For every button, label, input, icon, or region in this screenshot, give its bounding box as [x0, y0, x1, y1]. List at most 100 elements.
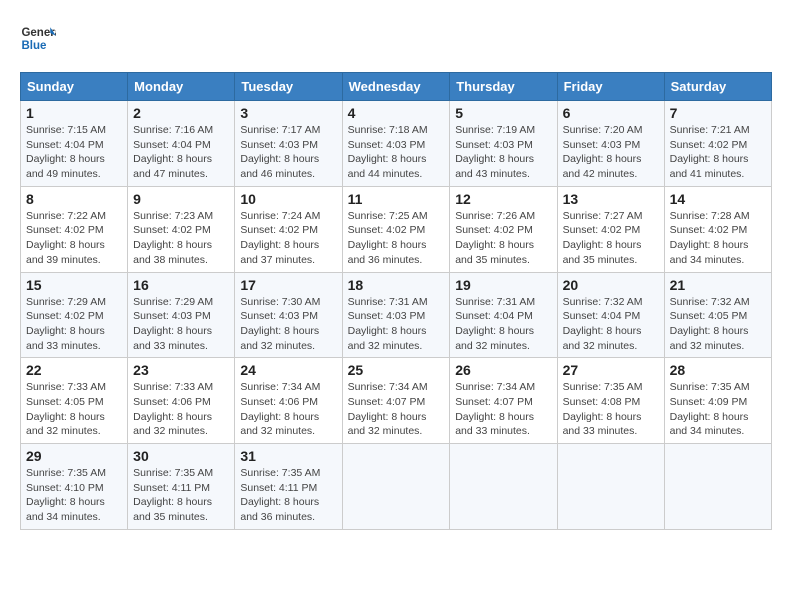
svg-text:Blue: Blue	[21, 40, 47, 52]
day-number: 22	[26, 362, 122, 378]
day-info: Sunrise: 7:16 AMSunset: 4:04 PMDaylight:…	[133, 124, 213, 180]
day-info: Sunrise: 7:30 AMSunset: 4:03 PMDaylight:…	[240, 296, 320, 352]
day-number: 14	[670, 191, 766, 207]
calendar-day-empty	[557, 444, 664, 530]
day-info: Sunrise: 7:32 AMSunset: 4:05 PMDaylight:…	[670, 296, 750, 352]
day-info: Sunrise: 7:34 AMSunset: 4:07 PMDaylight:…	[455, 381, 535, 437]
calendar-day-16: 16Sunrise: 7:29 AMSunset: 4:03 PMDayligh…	[128, 272, 235, 358]
header-sunday: Sunday	[21, 73, 128, 101]
day-number: 3	[240, 105, 336, 121]
page-header: General Blue	[20, 20, 772, 56]
day-number: 10	[240, 191, 336, 207]
header-tuesday: Tuesday	[235, 73, 342, 101]
calendar-week-2: 15 Sunrise: 7:29 AMSunset: 4:02 PMDayligh…	[21, 272, 772, 358]
day-number: 18	[348, 277, 445, 293]
day-number: 19	[455, 277, 551, 293]
calendar-header-row: SundayMondayTuesdayWednesdayThursdayFrid…	[21, 73, 772, 101]
calendar-day-21: 21 Sunrise: 7:32 AMSunset: 4:05 PMDayligh…	[664, 272, 771, 358]
calendar-table: SundayMondayTuesdayWednesdayThursdayFrid…	[20, 72, 772, 530]
calendar-day-11: 11Sunrise: 7:25 AMSunset: 4:02 PMDayligh…	[342, 186, 450, 272]
calendar-day-31: 31Sunrise: 7:35 AMSunset: 4:11 PMDayligh…	[235, 444, 342, 530]
day-number: 23	[133, 362, 229, 378]
calendar-day-29: 29 Sunrise: 7:35 AMSunset: 4:10 PMDayligh…	[21, 444, 128, 530]
day-number: 17	[240, 277, 336, 293]
calendar-day-28: 28 Sunrise: 7:35 AMSunset: 4:09 PMDayligh…	[664, 358, 771, 444]
calendar-day-6: 6 Sunrise: 7:20 AMSunset: 4:03 PMDaylight…	[557, 101, 664, 187]
day-info: Sunrise: 7:34 AMSunset: 4:06 PMDaylight:…	[240, 381, 320, 437]
calendar-week-1: 8 Sunrise: 7:22 AMSunset: 4:02 PMDaylight…	[21, 186, 772, 272]
calendar-day-26: 26 Sunrise: 7:34 AMSunset: 4:07 PMDayligh…	[450, 358, 557, 444]
calendar-day-1: 1 Sunrise: 7:15 AMSunset: 4:04 PMDaylight…	[21, 101, 128, 187]
calendar-day-7: 7 Sunrise: 7:21 AMSunset: 4:02 PMDaylight…	[664, 101, 771, 187]
day-number: 1	[26, 105, 122, 121]
day-info: Sunrise: 7:15 AMSunset: 4:04 PMDaylight:…	[26, 124, 106, 180]
calendar-day-18: 18 Sunrise: 7:31 AMSunset: 4:03 PMDayligh…	[342, 272, 450, 358]
day-number: 6	[563, 105, 659, 121]
day-number: 7	[670, 105, 766, 121]
day-info: Sunrise: 7:18 AMSunset: 4:03 PMDaylight:…	[348, 124, 428, 180]
day-number: 15	[26, 277, 122, 293]
day-number: 20	[563, 277, 659, 293]
day-number: 24	[240, 362, 336, 378]
day-number: 31	[240, 448, 336, 464]
calendar-day-12: 12Sunrise: 7:26 AMSunset: 4:02 PMDayligh…	[450, 186, 557, 272]
day-number: 21	[670, 277, 766, 293]
calendar-body: 1 Sunrise: 7:15 AMSunset: 4:04 PMDaylight…	[21, 101, 772, 530]
calendar-day-4: 4Sunrise: 7:18 AMSunset: 4:03 PMDaylight…	[342, 101, 450, 187]
day-info: Sunrise: 7:27 AMSunset: 4:02 PMDaylight:…	[563, 210, 643, 266]
calendar-day-10: 10 Sunrise: 7:24 AMSunset: 4:02 PMDayligh…	[235, 186, 342, 272]
day-number: 16	[133, 277, 229, 293]
day-info: Sunrise: 7:19 AMSunset: 4:03 PMDaylight:…	[455, 124, 535, 180]
day-info: Sunrise: 7:33 AMSunset: 4:05 PMDaylight:…	[26, 381, 106, 437]
day-info: Sunrise: 7:31 AMSunset: 4:04 PMDaylight:…	[455, 296, 535, 352]
calendar-day-empty	[664, 444, 771, 530]
calendar-day-3: 3 Sunrise: 7:17 AMSunset: 4:03 PMDaylight…	[235, 101, 342, 187]
calendar-day-14: 14Sunrise: 7:28 AMSunset: 4:02 PMDayligh…	[664, 186, 771, 272]
calendar-day-19: 19 Sunrise: 7:31 AMSunset: 4:04 PMDayligh…	[450, 272, 557, 358]
calendar-day-22: 22 Sunrise: 7:33 AMSunset: 4:05 PMDayligh…	[21, 358, 128, 444]
header-thursday: Thursday	[450, 73, 557, 101]
day-info: Sunrise: 7:35 AMSunset: 4:08 PMDaylight:…	[563, 381, 643, 437]
header-monday: Monday	[128, 73, 235, 101]
day-info: Sunrise: 7:31 AMSunset: 4:03 PMDaylight:…	[348, 296, 428, 352]
day-info: Sunrise: 7:22 AMSunset: 4:02 PMDaylight:…	[26, 210, 106, 266]
calendar-week-4: 29 Sunrise: 7:35 AMSunset: 4:10 PMDayligh…	[21, 444, 772, 530]
calendar-day-5: 5 Sunrise: 7:19 AMSunset: 4:03 PMDaylight…	[450, 101, 557, 187]
calendar-day-9: 9 Sunrise: 7:23 AMSunset: 4:02 PMDaylight…	[128, 186, 235, 272]
day-number: 28	[670, 362, 766, 378]
day-number: 11	[348, 191, 445, 207]
day-info: Sunrise: 7:26 AMSunset: 4:02 PMDaylight:…	[455, 210, 535, 266]
day-info: Sunrise: 7:17 AMSunset: 4:03 PMDaylight:…	[240, 124, 320, 180]
day-number: 30	[133, 448, 229, 464]
calendar-week-3: 22 Sunrise: 7:33 AMSunset: 4:05 PMDayligh…	[21, 358, 772, 444]
calendar-day-23: 23 Sunrise: 7:33 AMSunset: 4:06 PMDayligh…	[128, 358, 235, 444]
day-info: Sunrise: 7:33 AMSunset: 4:06 PMDaylight:…	[133, 381, 213, 437]
day-info: Sunrise: 7:21 AMSunset: 4:02 PMDaylight:…	[670, 124, 750, 180]
day-info: Sunrise: 7:35 AMSunset: 4:10 PMDaylight:…	[26, 467, 106, 523]
day-info: Sunrise: 7:20 AMSunset: 4:03 PMDaylight:…	[563, 124, 643, 180]
day-info: Sunrise: 7:32 AMSunset: 4:04 PMDaylight:…	[563, 296, 643, 352]
day-number: 26	[455, 362, 551, 378]
day-number: 29	[26, 448, 122, 464]
header-friday: Friday	[557, 73, 664, 101]
calendar-day-17: 17 Sunrise: 7:30 AMSunset: 4:03 PMDayligh…	[235, 272, 342, 358]
logo-icon: General Blue	[20, 20, 56, 56]
day-info: Sunrise: 7:35 AMSunset: 4:09 PMDaylight:…	[670, 381, 750, 437]
calendar-day-24: 24 Sunrise: 7:34 AMSunset: 4:06 PMDayligh…	[235, 358, 342, 444]
day-number: 2	[133, 105, 229, 121]
calendar-day-25: 25Sunrise: 7:34 AMSunset: 4:07 PMDayligh…	[342, 358, 450, 444]
day-number: 8	[26, 191, 122, 207]
calendar-day-empty	[450, 444, 557, 530]
calendar-day-15: 15 Sunrise: 7:29 AMSunset: 4:02 PMDayligh…	[21, 272, 128, 358]
day-number: 9	[133, 191, 229, 207]
day-number: 13	[563, 191, 659, 207]
day-info: Sunrise: 7:34 AMSunset: 4:07 PMDaylight:…	[348, 381, 428, 437]
calendar-day-empty	[342, 444, 450, 530]
day-info: Sunrise: 7:29 AMSunset: 4:02 PMDaylight:…	[26, 296, 106, 352]
calendar-day-2: 2 Sunrise: 7:16 AMSunset: 4:04 PMDaylight…	[128, 101, 235, 187]
day-number: 5	[455, 105, 551, 121]
day-number: 27	[563, 362, 659, 378]
header-saturday: Saturday	[664, 73, 771, 101]
day-info: Sunrise: 7:24 AMSunset: 4:02 PMDaylight:…	[240, 210, 320, 266]
day-info: Sunrise: 7:23 AMSunset: 4:02 PMDaylight:…	[133, 210, 213, 266]
